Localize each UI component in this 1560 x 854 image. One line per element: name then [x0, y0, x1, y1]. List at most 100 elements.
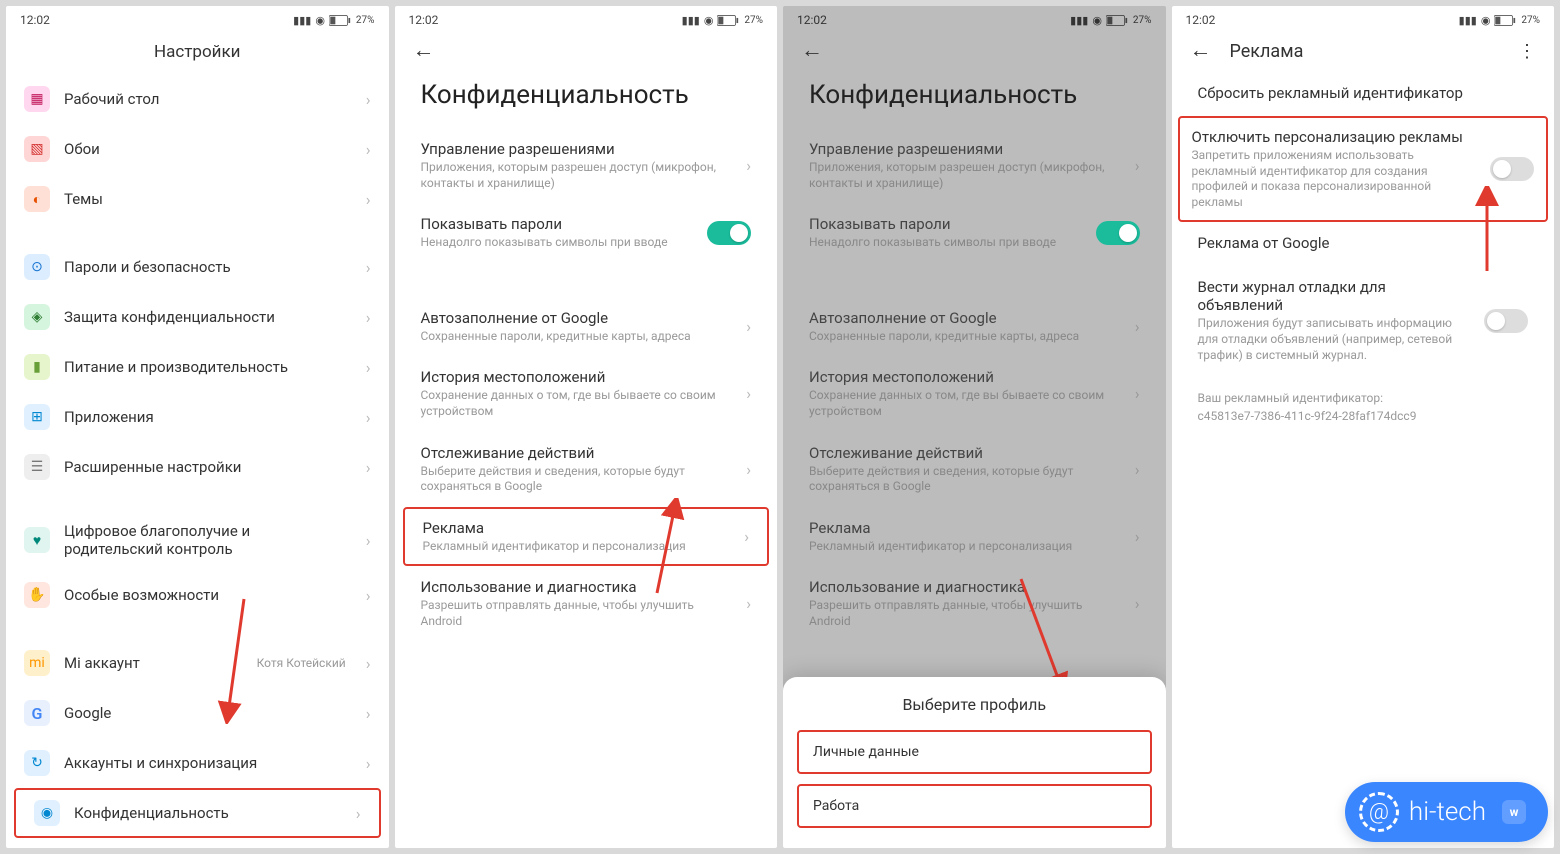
at-icon: @	[1359, 792, 1399, 832]
privacy-row[interactable]: Автозаполнение от GoogleСохраненные паро…	[395, 297, 778, 357]
privacy-row[interactable]: Управление разрешениямиПриложения, котор…	[783, 128, 1166, 203]
back-button[interactable]: ←	[1190, 40, 1212, 62]
ad-id-value: c45813e7-7386-411c-9f24-28faf174dcc9	[1198, 407, 1529, 425]
row-label: Google	[64, 704, 352, 722]
chevron-right-icon: ›	[746, 594, 751, 613]
row-desc: Рекламный идентификатор и персонализация	[809, 539, 1123, 555]
mi-icon: mi	[24, 650, 50, 676]
row-label: Защита конфиденциальности	[64, 308, 352, 326]
settings-row[interactable]: ✋ Особые возможности ›	[6, 570, 389, 620]
row-toggle[interactable]	[1096, 221, 1140, 245]
profile-work[interactable]: Работа	[797, 784, 1152, 828]
chevron-right-icon: ›	[366, 358, 371, 377]
row-label: Аккаунты и синхронизация	[64, 754, 352, 772]
wifi-icon: ◉	[1092, 14, 1102, 27]
privacy-row[interactable]: Использование и диагностикаРазрешить отп…	[783, 566, 1166, 641]
google-ads[interactable]: Реклама от Google	[1172, 222, 1555, 266]
chevron-right-icon: ›	[1135, 317, 1140, 336]
debug-log-desc: Приложения будут записывать информацию д…	[1198, 316, 1473, 363]
row-title: Отслеживание действий	[421, 444, 735, 462]
row-desc: Разрешить отправлять данные, чтобы улучш…	[421, 598, 735, 629]
ad-id-note: Ваш рекламный идентификатор: c45813e7-73…	[1172, 375, 1555, 439]
privacy-row[interactable]: РекламаРекламный идентификатор и персона…	[403, 507, 770, 567]
row-desc: Приложения, которым разрешен доступ (мик…	[421, 160, 735, 191]
chevron-right-icon: ›	[366, 190, 371, 209]
settings-row[interactable]: ⊙Пароли и безопасность›	[6, 242, 389, 292]
privacy-row[interactable]: Автозаполнение от GoogleСохраненные паро…	[783, 297, 1166, 357]
settings-row[interactable]: ↻ Аккаунты и синхронизация ›	[6, 738, 389, 788]
settings-row[interactable]: ⊞Приложения›	[6, 392, 389, 442]
row-toggle[interactable]	[707, 221, 751, 245]
battery-percent: 27%	[1133, 15, 1152, 26]
settings-row[interactable]: ◐Темы›	[6, 174, 389, 224]
row-title: Автозаполнение от Google	[809, 309, 1123, 327]
reset-ad-id-label: Сбросить рекламный идентификатор	[1198, 84, 1529, 102]
settings-row[interactable]: ◉Конфиденциальность›	[14, 788, 381, 838]
settings-row[interactable]: ♥Цифровое благополучие и родительский ко…	[6, 510, 389, 570]
apps-icon: ⊞	[24, 404, 50, 430]
privacy-row[interactable]: История местоположенийСохранение данных …	[395, 356, 778, 431]
battery-percent: 27%	[1521, 15, 1540, 26]
chevron-right-icon: ›	[366, 458, 371, 477]
privacy-row[interactable]: Использование и диагностика Разрешить отп…	[395, 566, 778, 641]
eye-icon: ◉	[34, 800, 60, 826]
privacy-row[interactable]: Отслеживание действийВыберите действия и…	[395, 432, 778, 507]
signal-icon: ▮▮▮	[1070, 14, 1088, 27]
google-ads-label: Реклама от Google	[1198, 234, 1529, 252]
row-desc: Сохраненные пароли, кредитные карты, адр…	[421, 329, 735, 345]
row-label: Особые возможности	[64, 586, 352, 604]
profile-personal[interactable]: Личные данные	[797, 730, 1152, 774]
settings-row[interactable]: ◈Защита конфиденциальности›	[6, 292, 389, 342]
settings-row[interactable]: ☰Расширенные настройки›	[6, 442, 389, 492]
back-button[interactable]: ←	[801, 40, 823, 62]
page-title: Конфиденциальность	[395, 72, 778, 128]
wifi-icon: ◉	[1481, 14, 1491, 27]
debug-log-title: Вести журнал отладки для объявлений	[1198, 278, 1473, 314]
header: ← Реклама ⋮	[1172, 30, 1555, 72]
status-bar: 12:02 ▮▮▮ ◉ 27%	[395, 6, 778, 30]
chevron-right-icon: ›	[746, 460, 751, 479]
acc-icon: ✋	[24, 582, 50, 608]
settings-row[interactable]: ▮Питание и производительность›	[6, 342, 389, 392]
battery-icon	[717, 15, 739, 26]
sync-icon: ↻	[24, 750, 50, 776]
privacy-row[interactable]: РекламаРекламный идентификатор и персона…	[783, 507, 1166, 567]
debug-log-toggle[interactable]	[1484, 309, 1528, 333]
sheet-title: Выберите профиль	[797, 695, 1152, 714]
chevron-right-icon: ›	[366, 586, 371, 605]
row-desc: Разрешить отправлять данные, чтобы улучш…	[809, 598, 1123, 629]
more-button[interactable]: ⋮	[1518, 41, 1536, 62]
row-value: Котя Котейский	[257, 656, 346, 670]
settings-row[interactable]: miMi аккаунтКотя Котейский›	[6, 638, 389, 688]
privacy-row[interactable]: История местоположенийСохранение данных …	[783, 356, 1166, 431]
opt-out-personalization[interactable]: Отключить персонализацию рекламы Запрети…	[1178, 116, 1549, 222]
settings-row[interactable]: ▦Рабочий стол›	[6, 74, 389, 124]
row-title: Использование и диагностика	[421, 578, 735, 596]
signal-icon: ▮▮▮	[293, 14, 311, 27]
chevron-right-icon: ›	[366, 140, 371, 159]
row-label: Приложения	[64, 408, 352, 426]
privacy-row[interactable]: Показывать паролиНенадолго показывать си…	[783, 203, 1166, 263]
signal-icon: ▮▮▮	[1459, 14, 1477, 27]
chevron-right-icon: ›	[1135, 460, 1140, 479]
chevron-right-icon: ›	[366, 90, 371, 109]
status-icons: ▮▮▮ ◉ 27%	[1070, 14, 1151, 27]
back-button[interactable]: ←	[413, 40, 435, 62]
chevron-right-icon: ›	[1135, 384, 1140, 403]
wall-icon: ▧	[24, 136, 50, 162]
debug-log[interactable]: Вести журнал отладки для объявлений Прил…	[1172, 266, 1555, 375]
privacy-row[interactable]: Показывать паролиНенадолго показывать си…	[395, 203, 778, 263]
settings-row[interactable]: GGoogle›	[6, 688, 389, 738]
settings-row[interactable]: ⦿Местоположение›	[6, 838, 389, 848]
settings-row[interactable]: ▧ Обои ›	[6, 124, 389, 174]
reset-ad-id[interactable]: Сбросить рекламный идентификатор	[1172, 72, 1555, 116]
chevron-right-icon: ›	[1135, 527, 1140, 546]
chevron-right-icon: ›	[746, 317, 751, 336]
chevron-right-icon: ›	[366, 754, 371, 773]
shield-icon: ◈	[24, 304, 50, 330]
row-label: Обои	[64, 140, 352, 158]
privacy-row[interactable]: Управление разрешениямиПриложения, котор…	[395, 128, 778, 203]
opt-out-toggle[interactable]	[1490, 157, 1534, 181]
status-icons: ▮▮▮ ◉ 27%	[682, 14, 763, 27]
privacy-row[interactable]: Отслеживание действийВыберите действия и…	[783, 432, 1166, 507]
